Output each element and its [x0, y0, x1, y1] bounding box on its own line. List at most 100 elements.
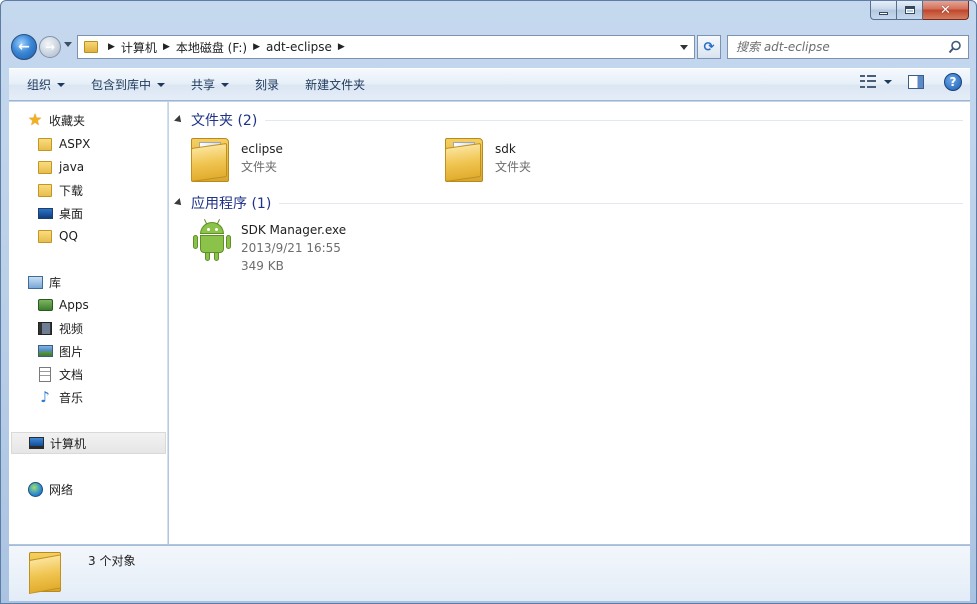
- sidebar-item-downloads[interactable]: 下载: [37, 179, 83, 201]
- folder-icon: [189, 136, 233, 186]
- sidebar-item-qq[interactable]: QQ: [37, 225, 78, 247]
- view-dropdown-arrow[interactable]: [884, 80, 892, 84]
- search-input[interactable]: [736, 40, 936, 54]
- picture-icon: [37, 343, 53, 359]
- desktop-icon: [37, 205, 53, 221]
- maximize-button[interactable]: [897, 1, 923, 20]
- breadcrumb-computer[interactable]: 计算机: [121, 39, 157, 56]
- sidebar-item-label: 计算机: [50, 436, 87, 451]
- sidebar-item-label: QQ: [59, 229, 78, 243]
- sidebar-item-computer[interactable]: 计算机: [11, 432, 166, 454]
- chevron-right-icon[interactable]: ▶: [108, 42, 115, 52]
- burn-button[interactable]: 刻录: [245, 73, 289, 97]
- help-icon[interactable]: ?: [944, 73, 962, 91]
- search-box[interactable]: [727, 35, 969, 59]
- folder-icon: [443, 136, 487, 186]
- collapse-triangle-icon[interactable]: [174, 115, 184, 125]
- file-name: sdk: [495, 142, 516, 156]
- explorer-window: ✕ ← → ▶ 计算机 ▶ 本地磁盘 (F:) ▶ adt-eclipse ▶ …: [0, 0, 977, 604]
- sidebar-item-label: 文档: [59, 367, 84, 382]
- item-count: 3 个对象: [88, 554, 136, 568]
- sidebar-item-label: 桌面: [59, 206, 84, 221]
- group-header-applications[interactable]: 应用程序 (1): [174, 193, 963, 213]
- command-bar: 组织 包含到库中 共享 刻录 新建文件夹 ?: [9, 68, 970, 101]
- file-type: 文件夹: [495, 160, 532, 174]
- file-item-eclipse[interactable]: eclipse 文件夹: [189, 136, 283, 186]
- file-list: 文件夹 (2) eclipse 文件夹 sdk 文件夹 应用程序 (1) SDK…: [169, 102, 970, 544]
- back-button[interactable]: ←: [11, 34, 37, 60]
- sidebar-item-network[interactable]: 网络: [27, 478, 73, 500]
- sidebar-item-desktop[interactable]: 桌面: [37, 202, 83, 224]
- sidebar-item-label: 图片: [59, 344, 84, 359]
- minimize-icon: [879, 11, 888, 15]
- folder-icon: [37, 228, 53, 244]
- include-in-library-button[interactable]: 包含到库中: [81, 73, 175, 97]
- refresh-button[interactable]: ⟳: [697, 35, 721, 59]
- group-divider: [279, 202, 963, 204]
- folder-icon: [37, 136, 53, 152]
- sidebar-item-apps[interactable]: Apps: [37, 294, 89, 316]
- share-button[interactable]: 共享: [181, 73, 239, 97]
- collapse-triangle-icon[interactable]: [174, 198, 184, 208]
- new-folder-button[interactable]: 新建文件夹: [295, 73, 375, 97]
- forward-button[interactable]: →: [39, 36, 61, 58]
- file-item-sdk-manager[interactable]: SDK Manager.exe 2013/9/21 16:55 349 KB: [189, 217, 346, 275]
- breadcrumb-adt-eclipse[interactable]: adt-eclipse: [266, 40, 332, 54]
- minimize-button[interactable]: [870, 1, 897, 20]
- navigation-pane: ★ 收藏夹 ASPX java 下载 桌面 QQ 库 Apps 视频 图片 文档…: [9, 102, 168, 544]
- organize-button[interactable]: 组织: [17, 73, 75, 97]
- sidebar-item-favorites[interactable]: ★ 收藏夹: [27, 109, 85, 131]
- preview-pane-icon[interactable]: [908, 75, 924, 89]
- folder-icon: [37, 182, 53, 198]
- computer-icon: [28, 435, 44, 451]
- address-bar[interactable]: ▶ 计算机 ▶ 本地磁盘 (F:) ▶ adt-eclipse ▶: [77, 35, 695, 59]
- sidebar-item-documents[interactable]: 文档: [37, 363, 83, 385]
- chevron-right-icon[interactable]: ▶: [338, 42, 345, 52]
- organize-label: 组织: [27, 78, 52, 92]
- include-in-library-label: 包含到库中: [91, 78, 152, 92]
- close-button[interactable]: ✕: [923, 1, 969, 20]
- new-folder-label: 新建文件夹: [305, 78, 366, 92]
- maximize-icon: [904, 6, 915, 14]
- android-icon: [189, 217, 233, 267]
- folder-icon: [27, 552, 67, 596]
- close-icon: ✕: [940, 2, 951, 18]
- refresh-icon: ⟳: [703, 39, 715, 55]
- document-icon: [37, 366, 53, 382]
- sidebar-item-music[interactable]: ♪ 音乐: [37, 386, 83, 408]
- group-header-folders[interactable]: 文件夹 (2): [174, 110, 963, 130]
- sidebar-item-label: 库: [49, 275, 62, 290]
- chevron-right-icon[interactable]: ▶: [253, 42, 260, 52]
- folder-icon: [84, 41, 98, 53]
- file-name: eclipse: [241, 142, 283, 156]
- sidebar-item-label: 下载: [59, 183, 84, 198]
- chevron-right-icon[interactable]: ▶: [163, 42, 170, 52]
- sidebar-item-label: 视频: [59, 321, 84, 336]
- view-options-icon[interactable]: [860, 75, 876, 89]
- breadcrumb-local-disk[interactable]: 本地磁盘 (F:): [176, 39, 247, 56]
- chevron-down-icon: [57, 82, 66, 87]
- address-dropdown-arrow[interactable]: [680, 45, 688, 50]
- arrow-right-icon: →: [44, 40, 56, 54]
- burn-label: 刻录: [255, 78, 280, 92]
- sidebar-item-label: 网络: [49, 482, 74, 497]
- folder-icon: [37, 159, 53, 175]
- sidebar-item-pictures[interactable]: 图片: [37, 340, 83, 362]
- sidebar-item-java[interactable]: java: [37, 156, 84, 178]
- recent-pages-dropdown[interactable]: [64, 42, 72, 47]
- sidebar-item-label: java: [59, 160, 85, 174]
- group-divider: [265, 119, 963, 121]
- toolbar-right-group: ?: [860, 73, 962, 91]
- arrow-left-icon: ←: [18, 39, 30, 55]
- sidebar-item-aspx[interactable]: ASPX: [37, 133, 90, 155]
- navigation-row: ← → ▶ 计算机 ▶ 本地磁盘 (F:) ▶ adt-eclipse ▶ ⟳: [9, 33, 970, 61]
- search-icon[interactable]: [948, 40, 962, 54]
- group-label: 文件夹 (2): [191, 113, 258, 129]
- video-icon: [37, 320, 53, 336]
- sidebar-item-videos[interactable]: 视频: [37, 317, 83, 339]
- file-item-sdk[interactable]: sdk 文件夹: [443, 136, 531, 186]
- share-label: 共享: [191, 78, 216, 92]
- library-icon: [27, 274, 43, 290]
- sidebar-item-libraries[interactable]: 库: [27, 271, 61, 293]
- chevron-down-icon: [157, 82, 166, 87]
